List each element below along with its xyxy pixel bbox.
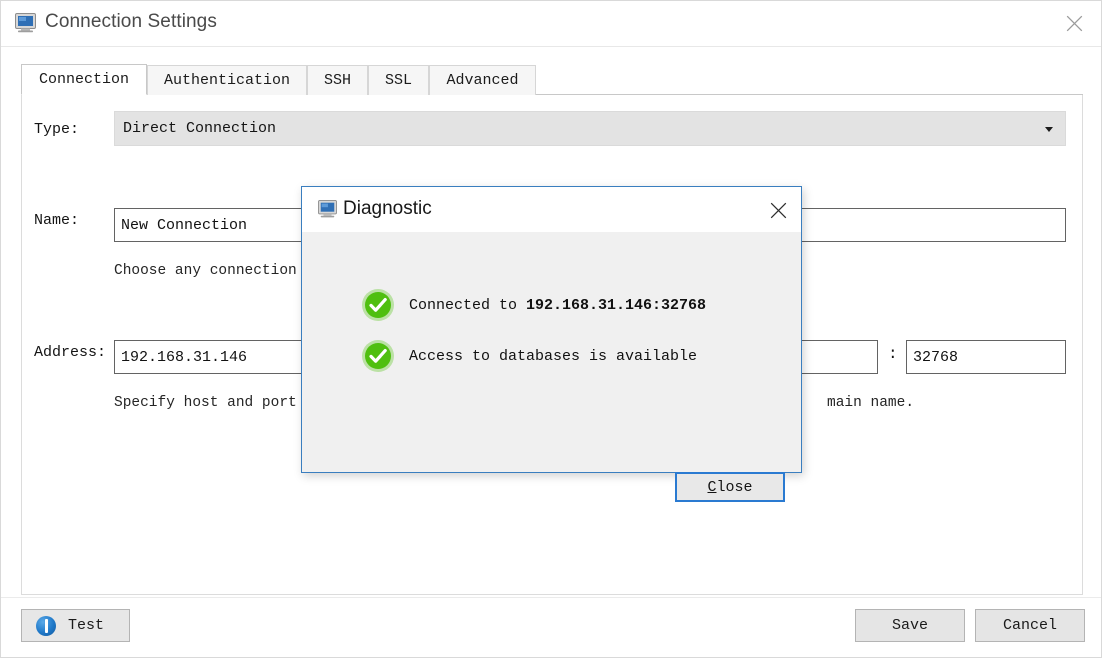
address-hint-left: Specify host and port (114, 395, 297, 411)
window-close-button[interactable] (1045, 1, 1101, 45)
dialog-titlebar: Diagnostic (302, 187, 801, 232)
port-value: 32768 (913, 348, 959, 366)
status-text: Access to databases is available (409, 348, 697, 365)
tab-authentication[interactable]: Authentication (147, 65, 307, 95)
status-prefix: Connected to (409, 296, 527, 314)
cancel-button-label: Cancel (1002, 617, 1057, 634)
cancel-button[interactable]: Cancel (975, 609, 1085, 642)
address-hint-right: main name. (827, 395, 915, 411)
name-value: New Connection (121, 216, 248, 234)
diagnostic-dialog: Diagnostic Connected to 192.168.31.146:3… (301, 186, 802, 502)
status-row-databases: Access to databases is available (361, 339, 697, 373)
tab-ssl[interactable]: SSL (368, 65, 429, 95)
chevron-down-icon (1045, 126, 1053, 132)
test-button-label: Test (68, 617, 105, 634)
monitor-icon (318, 200, 337, 218)
address-label: Address: (34, 344, 107, 361)
dialog-close-button[interactable]: Close (675, 472, 785, 502)
tab-label: SSL (384, 72, 412, 89)
info-icon (36, 615, 56, 636)
test-button[interactable]: Test (21, 609, 130, 642)
close-button-label: lose (716, 478, 753, 496)
type-combobox[interactable]: Direct Connection (114, 111, 1066, 146)
bottom-button-bar: Test Save Cancel (1, 597, 1101, 657)
save-button-label: Save (891, 617, 928, 634)
tab-label: SSH (323, 72, 351, 89)
tab-strip: Connection Authentication SSH SSL Advanc… (21, 64, 1083, 95)
tab-label: Connection (38, 71, 129, 88)
name-label: Name: (34, 212, 80, 229)
tab-connection[interactable]: Connection (21, 64, 147, 95)
port-input[interactable]: 32768 (906, 340, 1066, 374)
tab-ssh[interactable]: SSH (307, 65, 368, 95)
port-separator: : (888, 345, 898, 363)
dialog-close-icon[interactable] (761, 195, 795, 225)
check-circle-icon (361, 288, 395, 322)
tab-label: Advanced (446, 72, 519, 89)
status-prefix: Access to databases is available (409, 347, 698, 365)
address-value: 192.168.31.146 (121, 348, 248, 366)
tab-advanced[interactable]: Advanced (429, 65, 536, 95)
page-title: Connection Settings (45, 11, 217, 32)
dialog-body: Connected to 192.168.31.146:32768 Access… (302, 232, 801, 502)
close-button-mnemonic: C (707, 478, 717, 496)
tab-label: Authentication (163, 72, 291, 89)
dialog-title: Diagnostic (343, 198, 432, 219)
save-button[interactable]: Save (855, 609, 965, 642)
type-value: Direct Connection (123, 120, 277, 137)
name-hint: Choose any connection (114, 263, 297, 279)
monitor-icon (15, 13, 36, 33)
connection-settings-window: Connection Settings Connection Authentic… (0, 0, 1102, 658)
window-titlebar: Connection Settings (1, 1, 1101, 47)
type-label: Type: (34, 121, 80, 138)
status-text: Connected to 192.168.31.146:32768 (409, 297, 706, 314)
status-row-connected: Connected to 192.168.31.146:32768 (361, 288, 706, 322)
check-circle-icon (361, 339, 395, 373)
status-endpoint: 192.168.31.146:32768 (526, 296, 707, 314)
